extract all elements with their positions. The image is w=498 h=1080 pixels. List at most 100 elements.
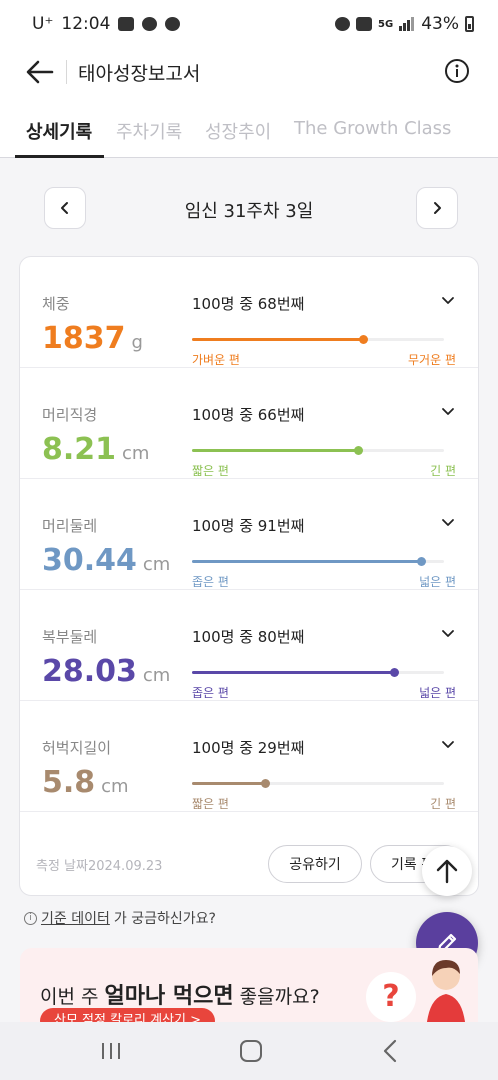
metric-name: 머리직경	[42, 406, 98, 424]
recent-apps-icon[interactable]	[100, 1040, 122, 1062]
percentile-fill	[192, 560, 421, 563]
chevron-down-icon[interactable]	[440, 737, 456, 753]
range-low-label: 짧은 편	[192, 464, 229, 478]
metric-unit: g	[131, 332, 143, 353]
question-mark-icon: ?	[366, 972, 416, 1022]
arrow-left-icon	[26, 60, 54, 84]
percentile-fill	[192, 671, 394, 674]
tab-weekly-record[interactable]: 주차기록	[116, 118, 182, 144]
metric-value: 5.8 cm	[42, 765, 129, 800]
metric-row[interactable]: 복부둘레 28.03 cm 100명 중 80번째 좁은 편 넓은 편	[20, 590, 478, 701]
page-title: 태아성장보고서	[78, 63, 201, 85]
metric-rank: 100명 중 66번째	[192, 406, 305, 424]
chevron-right-icon	[434, 202, 441, 214]
metric-name: 허벅지길이	[42, 739, 112, 757]
status-bar: U⁺ 12:04 5G 43%	[0, 0, 498, 48]
chat-icon	[142, 17, 158, 31]
metric-value: 30.44 cm	[42, 543, 171, 578]
metric-value: 1837 g	[42, 321, 143, 356]
battery-percent: 43%	[421, 14, 459, 34]
metric-value: 8.21 cm	[42, 432, 150, 467]
tab-detail-record[interactable]: 상세기록	[26, 118, 92, 144]
range-low-label: 가벼운 편	[192, 353, 240, 367]
metric-rank: 100명 중 80번째	[192, 628, 305, 646]
percentile-track	[192, 335, 444, 344]
metric-row[interactable]: 머리둘레 30.44 cm 100명 중 91번째 좁은 편 넓은 편	[20, 479, 478, 590]
talk-icon	[165, 17, 181, 31]
metric-value: 28.03 cm	[42, 654, 171, 689]
percentile-marker	[261, 779, 270, 788]
gallery-icon	[118, 17, 135, 31]
metric-row[interactable]: 체중 1837 g 100명 중 68번째 가벼운 편 무거운 편	[20, 257, 478, 368]
clock: 12:04	[61, 14, 111, 34]
info-button[interactable]	[444, 58, 470, 84]
scroll-top-button[interactable]	[422, 846, 472, 896]
range-high-label: 긴 편	[430, 464, 456, 478]
metric-unit: cm	[142, 554, 171, 575]
metric-unit: cm	[101, 776, 129, 797]
percentile-fill	[192, 782, 265, 785]
battery-icon	[465, 16, 474, 32]
next-week-button[interactable]	[416, 187, 458, 229]
tab-growth-trend[interactable]: 성장추이	[205, 118, 271, 144]
carrier-label: U⁺	[32, 14, 54, 34]
percentile-marker	[390, 668, 399, 677]
chevron-down-icon[interactable]	[440, 404, 456, 420]
active-tab-indicator	[15, 155, 104, 158]
percentile-track	[192, 557, 444, 566]
metric-name: 체중	[42, 295, 70, 313]
range-high-label: 넓은 편	[419, 686, 456, 700]
range-low-label: 짧은 편	[192, 797, 229, 811]
percentile-marker	[417, 557, 426, 566]
percentile-marker	[359, 335, 368, 344]
back-button[interactable]	[22, 56, 58, 88]
metric-name: 머리둘레	[42, 517, 98, 535]
metric-row[interactable]: 허벅지길이 5.8 cm 100명 중 29번째 짧은 편 긴 편	[20, 701, 478, 812]
network-label: 5G	[378, 18, 394, 30]
reference-data-link[interactable]: 기준 데이터	[41, 908, 110, 928]
app-bar: 태아성장보고서	[0, 48, 498, 96]
signal-icon	[399, 17, 415, 31]
week-title: 임신 31주차 3일	[184, 201, 314, 222]
chevron-left-icon	[61, 202, 68, 214]
data-note-text: 가 궁금하신가요?	[113, 911, 216, 927]
system-nav-bar	[0, 1022, 498, 1080]
tab-bar: 상세기록 주차기록 성장추이 The Growth Class	[0, 96, 498, 158]
range-high-label: 넓은 편	[419, 575, 456, 589]
range-high-label: 긴 편	[430, 797, 456, 811]
percentile-track	[192, 668, 444, 677]
metric-rank: 100명 중 29번째	[192, 739, 305, 757]
percentile-marker	[354, 446, 363, 455]
growth-card: 체중 1837 g 100명 중 68번째 가벼운 편 무거운 편 머리직경 8.…	[19, 256, 479, 896]
chevron-down-icon[interactable]	[440, 515, 456, 531]
chevron-down-icon[interactable]	[440, 626, 456, 642]
arrow-up-icon	[436, 859, 458, 884]
metric-unit: cm	[122, 443, 150, 464]
range-low-label: 좁은 편	[192, 575, 229, 589]
info-circle-icon	[445, 59, 469, 83]
nav-back-icon[interactable]	[382, 1038, 398, 1064]
range-low-label: 좁은 편	[192, 686, 229, 700]
mute-icon	[356, 17, 373, 31]
home-icon[interactable]	[240, 1040, 262, 1062]
metric-row[interactable]: 머리직경 8.21 cm 100명 중 66번째 짧은 편 긴 편	[20, 368, 478, 479]
title-divider	[66, 60, 67, 84]
share-button[interactable]: 공유하기	[268, 845, 362, 883]
metric-rank: 100명 중 91번째	[192, 517, 305, 535]
percentile-fill	[192, 338, 363, 341]
data-note: i 기준 데이터 가 궁금하신가요?	[24, 908, 216, 928]
range-high-label: 무거운 편	[408, 353, 456, 367]
promo-headline: 이번 주 얼마나 먹으면 좋을까요?	[40, 984, 320, 1009]
metric-unit: cm	[142, 665, 171, 686]
info-small-icon: i	[24, 911, 37, 925]
chevron-down-icon[interactable]	[440, 293, 456, 309]
percentile-fill	[192, 449, 358, 452]
metric-name: 복부둘레	[42, 628, 98, 646]
prev-week-button[interactable]	[44, 187, 86, 229]
metric-rank: 100명 중 68번째	[192, 295, 305, 313]
measured-date: 측정 날짜2024.09.23	[36, 859, 163, 874]
percentile-track	[192, 779, 444, 788]
tab-growth-class[interactable]: The Growth Class	[294, 118, 451, 139]
percentile-track	[192, 446, 444, 455]
alarm-icon	[335, 17, 351, 31]
